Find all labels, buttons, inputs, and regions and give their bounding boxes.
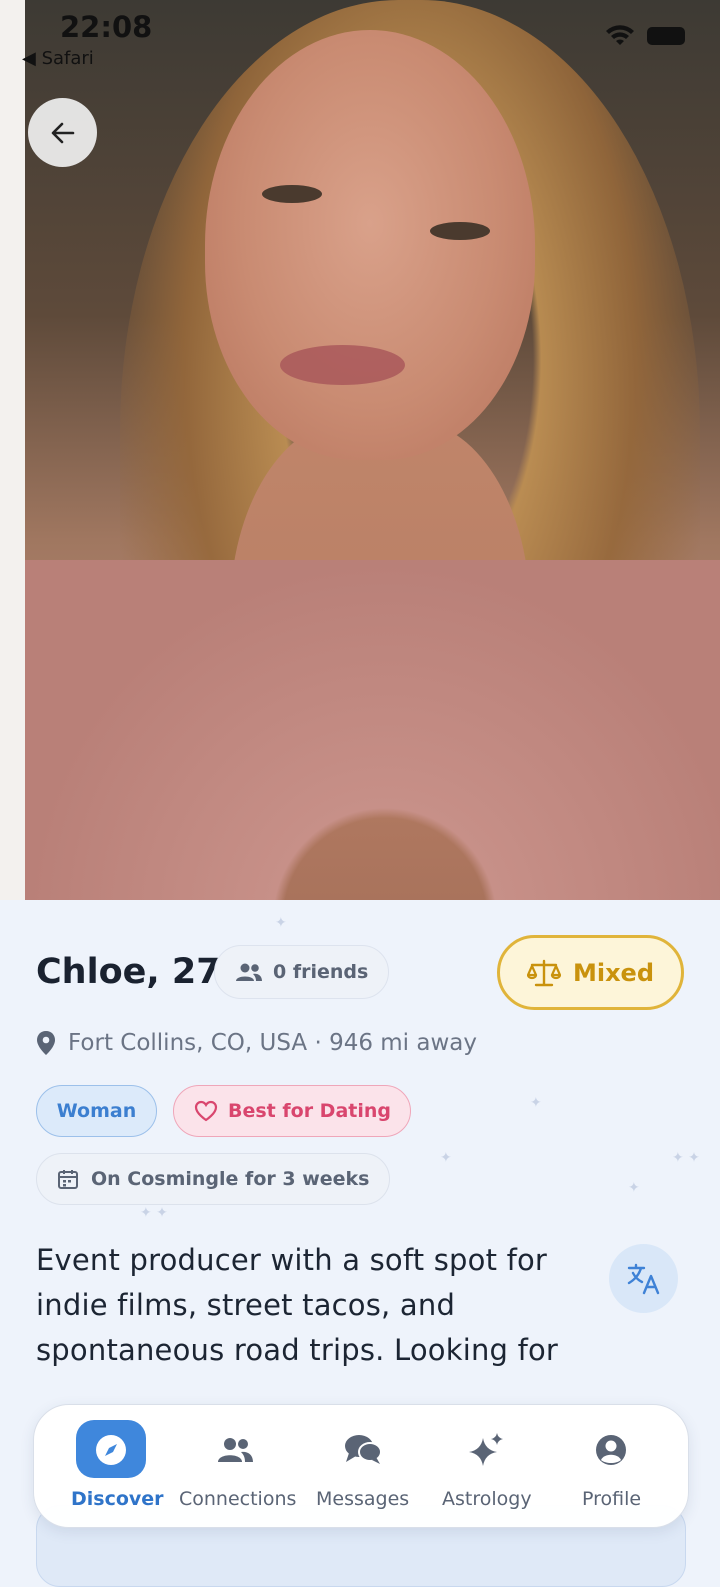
- gender-tag: Woman: [36, 1085, 157, 1137]
- tab-connections-label: Connections: [179, 1488, 297, 1510]
- bottom-tab-bar: Discover Connections Messages Astrology …: [33, 1404, 689, 1528]
- back-triangle-icon: ◀: [22, 48, 42, 69]
- calendar-icon: [58, 1170, 78, 1189]
- tab-profile-label: Profile: [582, 1488, 642, 1510]
- membership-tag: On Cosmingle for 3 weeks: [36, 1153, 390, 1205]
- location-pin-icon: [37, 1031, 55, 1055]
- photo-top-region: [25, 560, 720, 900]
- compatibility-label: Mixed: [572, 958, 655, 987]
- compatibility-badge[interactable]: Mixed: [497, 935, 684, 1010]
- decor-sparkle-icon: ✦: [530, 1095, 542, 1111]
- arrow-left-icon: [51, 122, 74, 143]
- translate-icon: [627, 1263, 659, 1294]
- tab-connections[interactable]: Connections: [179, 1405, 296, 1527]
- profile-name-age: Chloe, 27: [36, 952, 221, 992]
- back-app-label: Safari: [41, 48, 94, 69]
- friends-count-chip[interactable]: 0 friends: [214, 945, 390, 999]
- tab-discover-label: Discover: [71, 1488, 164, 1510]
- people-icon: [205, 1425, 265, 1475]
- battery-icon: [647, 27, 685, 45]
- profile-photo[interactable]: [0, 0, 720, 900]
- tab-messages[interactable]: Messages: [316, 1405, 411, 1527]
- status-icons: [605, 25, 685, 47]
- back-to-app-link[interactable]: ◀ Safari: [22, 48, 94, 69]
- tab-messages-label: Messages: [316, 1488, 410, 1510]
- decor-sparkle-icon: ✦ ✦: [672, 1150, 700, 1166]
- heart-icon: [194, 1100, 218, 1122]
- wifi-icon: [606, 25, 634, 45]
- location-text: Fort Collins, CO, USA · 946 mi away: [68, 1030, 477, 1056]
- user-circle-icon: [581, 1425, 641, 1475]
- status-bar: 22:08 ◀ Safari: [0, 0, 720, 80]
- people-icon: [236, 963, 262, 981]
- decor-sparkle-icon: ✦: [440, 1150, 452, 1166]
- sparkles-icon: [456, 1425, 516, 1475]
- tab-astrology[interactable]: Astrology: [442, 1405, 532, 1527]
- chat-bubbles-icon: [333, 1425, 393, 1475]
- decor-sparkle-icon: ✦ ✦: [140, 1205, 168, 1221]
- location-row: Fort Collins, CO, USA · 946 mi away: [36, 1030, 477, 1056]
- intent-tag-label: Best for Dating: [228, 1100, 391, 1122]
- status-time: 22:08: [60, 10, 153, 44]
- friends-count-label: 0 friends: [273, 961, 369, 983]
- photo-eye-right: [430, 222, 490, 240]
- photo-lips: [280, 345, 405, 385]
- profile-bio: Event producer with a soft spot for indi…: [36, 1243, 559, 1380]
- back-button[interactable]: [28, 98, 97, 167]
- decor-sparkle-icon: ✦: [275, 915, 287, 931]
- photo-face-region: [205, 30, 535, 460]
- scales-icon: [526, 959, 561, 986]
- tab-astrology-label: Astrology: [442, 1488, 532, 1510]
- gender-tag-label: Woman: [56, 1100, 137, 1122]
- previous-photo-edge: [0, 0, 25, 900]
- intent-tag: Best for Dating: [173, 1085, 411, 1137]
- photo-eye-left: [262, 185, 322, 203]
- compass-icon: [81, 1425, 141, 1475]
- decor-sparkle-icon: ✦: [628, 1180, 640, 1196]
- tab-profile[interactable]: Profile: [580, 1405, 642, 1527]
- translate-button[interactable]: [609, 1244, 678, 1313]
- tab-discover[interactable]: Discover: [71, 1405, 164, 1527]
- membership-tag-label: On Cosmingle for 3 weeks: [91, 1168, 370, 1190]
